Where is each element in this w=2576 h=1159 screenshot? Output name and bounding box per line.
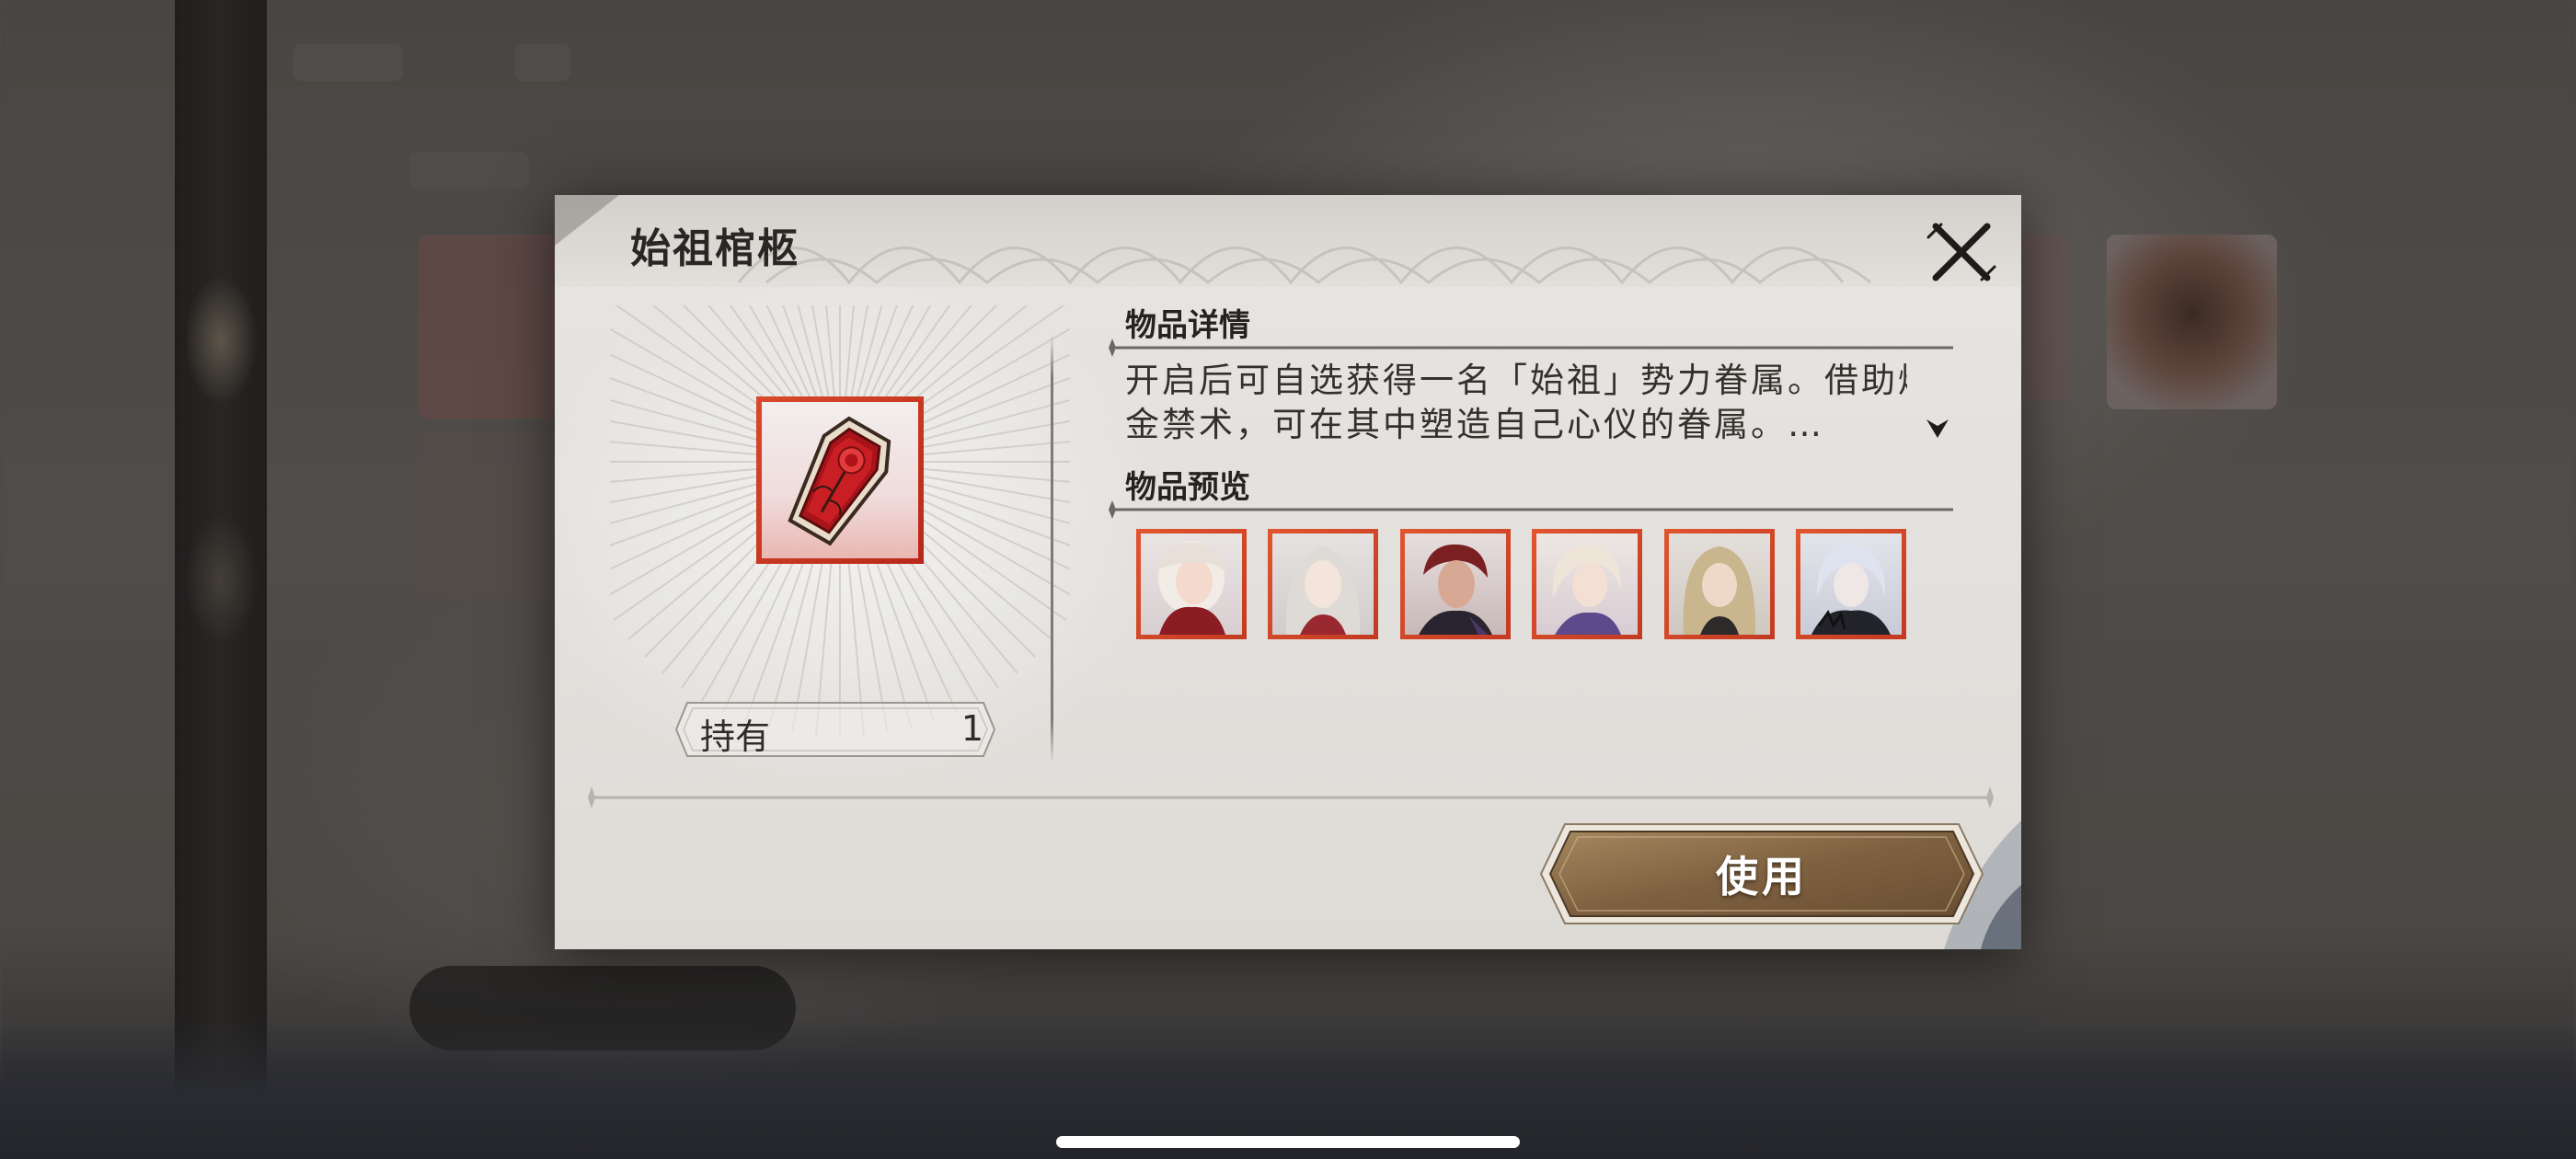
glow-ray: [610, 419, 777, 452]
details-heading-divider: [1109, 339, 1953, 357]
owned-label: 持有: [700, 717, 771, 757]
preview-heading-divider: [1109, 500, 1953, 519]
item-glow-rays: [610, 305, 1070, 738]
item-icon-frame: [756, 396, 924, 564]
character-portrait-2-icon: [1285, 546, 1361, 635]
close-x-icon[interactable]: [1925, 215, 1998, 289]
character-portrait-2[interactable]: [1268, 529, 1378, 639]
use-button[interactable]: 使用: [1537, 820, 1986, 927]
glow-ray: [782, 305, 819, 402]
chevron-down-icon[interactable]: [1924, 414, 1951, 442]
owned-count-box: 持有 1: [674, 701, 996, 758]
glow-ray: [903, 419, 1070, 452]
character-portrait-5[interactable]: [1664, 529, 1775, 639]
character-portrait-4[interactable]: [1532, 529, 1642, 639]
home-indicator[interactable]: [1056, 1136, 1520, 1148]
character-portrait-5-icon: [1683, 546, 1756, 635]
character-portrait-3[interactable]: [1400, 529, 1511, 639]
glow-ray: [898, 353, 1070, 436]
glow-ray: [610, 472, 777, 504]
description-line-2: 金禁术，可在其中塑造自己心仪的眷属。…: [1125, 405, 1824, 444]
character-portrait-1[interactable]: [1136, 529, 1247, 639]
character-portrait-4-icon: [1552, 545, 1621, 635]
item-detail-dialog: 始祖棺柩 持有 1 物品详情 开启后可自选获得一名「始祖」势力眷属。借助炼 金禁…: [555, 195, 2021, 949]
character-portrait-6[interactable]: [1796, 529, 1906, 639]
description-line-1: 开启后可自选获得一名「始祖」势力眷属。借助炼: [1125, 361, 1907, 400]
item-description: 开启后可自选获得一名「始祖」势力眷属。借助炼 金禁术，可在其中塑造自己心仪的眷属…: [1125, 359, 1907, 447]
glow-ray: [861, 305, 898, 402]
character-portrait-3-icon: [1419, 544, 1492, 635]
glow-ray: [898, 488, 1070, 570]
vertical-divider: [1051, 335, 1053, 763]
owned-count: 1: [960, 708, 983, 749]
character-portrait-6-icon: [1811, 545, 1891, 635]
dialog-title: 始祖棺柩: [630, 225, 799, 272]
character-portrait-1-icon: [1157, 541, 1225, 635]
use-button-label: 使用: [1716, 852, 1808, 901]
coffin-with-rose-icon: [788, 416, 891, 546]
glow-ray: [903, 472, 1070, 504]
